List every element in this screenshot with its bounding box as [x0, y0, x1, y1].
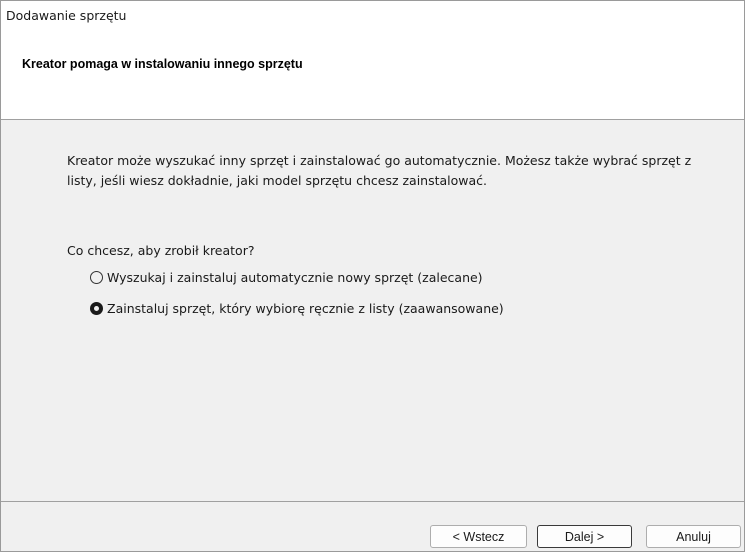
cancel-button[interactable]: Anuluj — [646, 525, 741, 548]
radio-option-auto-search[interactable]: Wyszukaj i zainstaluj automatycznie nowy… — [90, 270, 483, 285]
next-button[interactable]: Dalej > — [537, 525, 632, 548]
window-title: Dodawanie sprzętu — [6, 8, 127, 23]
title-bar: Dodawanie sprzętu — [1, 1, 744, 33]
radio-option-manual-install[interactable]: Zainstaluj sprzęt, który wybiorę ręcznie… — [90, 301, 504, 316]
wizard-header-title: Kreator pomaga w instalowaniu innego spr… — [22, 57, 303, 71]
radio-option-label: Wyszukaj i zainstaluj automatycznie nowy… — [107, 270, 483, 285]
description-text: Kreator może wyszukać inny sprzęt i zain… — [67, 153, 692, 188]
radio-unchecked-icon[interactable] — [90, 271, 103, 284]
wizard-footer: < Wstecz Dalej > Anuluj — [1, 501, 744, 551]
radio-option-label: Zainstaluj sprzęt, który wybiorę ręcznie… — [107, 301, 504, 316]
wizard-content: Kreator może wyszukać inny sprzęt i zain… — [1, 120, 744, 500]
back-button[interactable]: < Wstecz — [430, 525, 527, 548]
wizard-header: Kreator pomaga w instalowaniu innego spr… — [1, 33, 744, 120]
radio-checked-icon[interactable] — [90, 302, 103, 315]
question-label: Co chcesz, aby zrobił kreator? — [67, 243, 255, 258]
add-hardware-wizard-window: Dodawanie sprzętu Kreator pomaga w insta… — [0, 0, 745, 552]
